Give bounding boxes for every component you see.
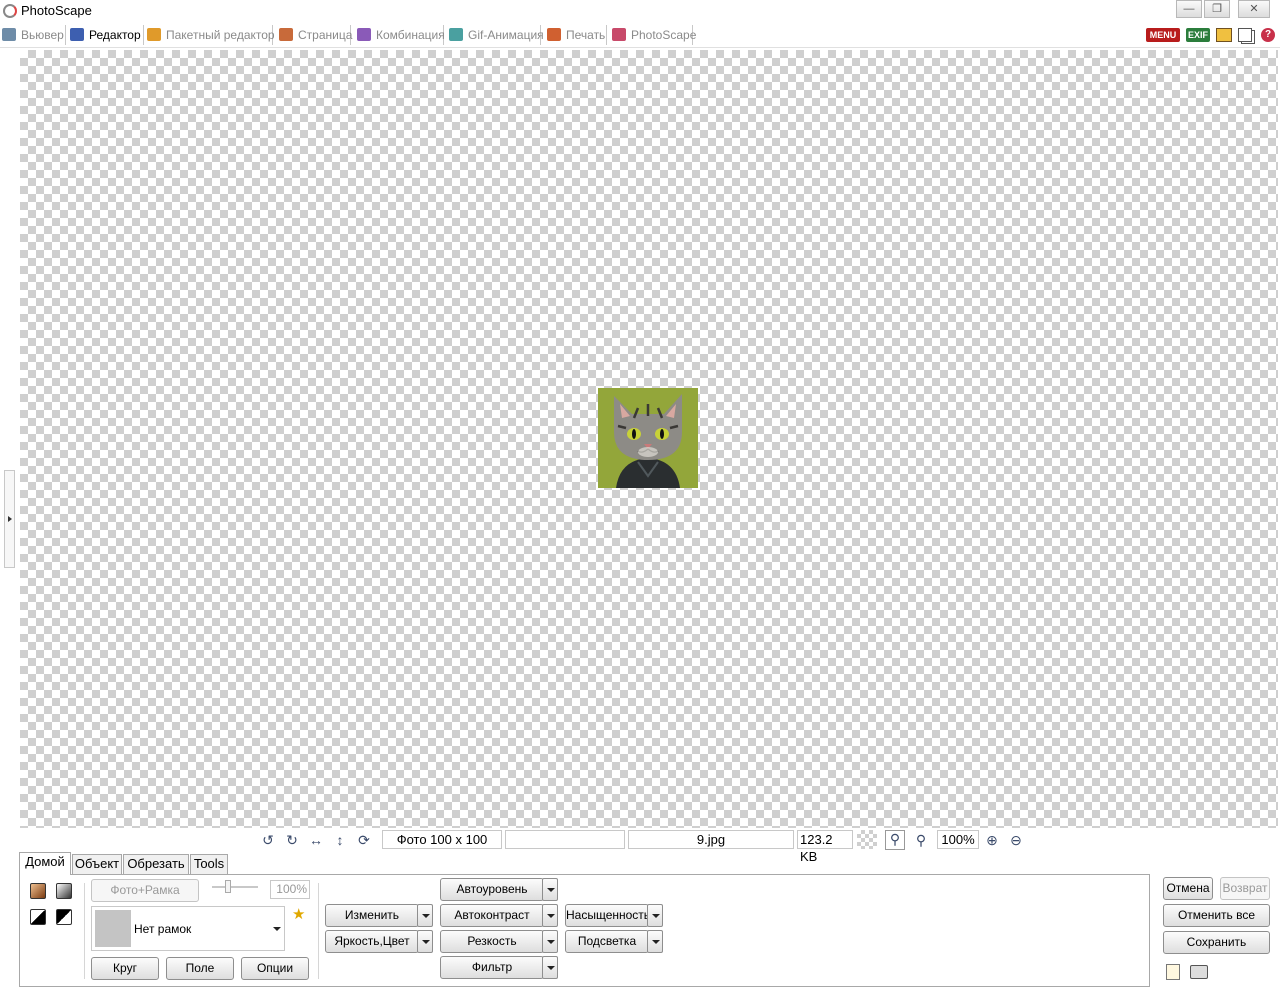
tab-crop[interactable]: Обрезать <box>123 854 189 874</box>
new-file-icon[interactable] <box>1166 964 1180 980</box>
tab-editor[interactable]: Редактор <box>70 25 144 45</box>
folder-icon[interactable] <box>1216 28 1232 42</box>
redo-button[interactable]: Возврат <box>1220 877 1270 900</box>
opacity-value[interactable]: 100% <box>270 880 310 899</box>
combine-icon <box>357 28 371 41</box>
saturation-button[interactable]: Насыщенность <box>565 904 649 927</box>
close-icon[interactable]: ✕ <box>1238 0 1270 18</box>
chevron-down-icon <box>273 927 281 931</box>
star-icon[interactable]: ★ <box>292 905 305 923</box>
tab-page[interactable]: Страница <box>279 25 352 45</box>
divider <box>318 883 319 979</box>
tab-home[interactable]: Домой <box>19 852 71 875</box>
frame-preview <box>95 910 131 947</box>
invert-icon[interactable] <box>56 909 72 925</box>
opacity-slider-handle[interactable] <box>225 880 231 893</box>
frame-select-value: Нет рамок <box>134 922 192 936</box>
sharpen-dropdown[interactable] <box>542 930 558 953</box>
filter-button[interactable]: Фильтр <box>440 956 544 979</box>
tab-print[interactable]: Печать <box>547 25 607 45</box>
filter-dropdown[interactable] <box>542 956 558 979</box>
divider <box>84 883 85 979</box>
gif-icon <box>449 28 463 41</box>
flip-vertical-icon[interactable]: ↕ <box>332 832 348 848</box>
undo-all-button[interactable]: Отменить все <box>1163 904 1270 927</box>
flip-horizontal-icon[interactable]: ↔ <box>308 832 324 848</box>
sharpen-button[interactable]: Резкость <box>440 930 544 953</box>
rotate-right-icon[interactable]: ↻ <box>284 832 300 848</box>
print-icon[interactable] <box>1190 965 1208 979</box>
options-button[interactable]: Опции <box>241 957 309 980</box>
chevron-right-icon <box>8 516 12 522</box>
gradient-brown-icon[interactable] <box>30 883 46 899</box>
margin-button[interactable]: Поле <box>166 957 234 980</box>
home-panel: Фото+Рамка 100% Нет рамок ★ Круг Поле Оп… <box>19 874 1150 987</box>
editor-icon <box>70 28 84 41</box>
main-tab-bar: Вьювер Редактор Пакетный редактор Страни… <box>0 22 1280 48</box>
backlight-dropdown[interactable] <box>647 930 663 953</box>
resize-button[interactable]: Изменить <box>325 904 419 927</box>
zoom-fit-icon[interactable]: ⚲ <box>885 830 905 850</box>
refresh-icon[interactable]: ⟳ <box>356 832 372 848</box>
page-icon <box>279 28 293 41</box>
zoom-out-icon[interactable]: ⊖ <box>1008 832 1024 848</box>
saturation-dropdown[interactable] <box>647 904 663 927</box>
rotate-left-icon[interactable]: ↺ <box>260 832 276 848</box>
backlight-button[interactable]: Подсветка <box>565 930 649 953</box>
window-title: PhotoScape <box>21 3 92 18</box>
photo-frame-button[interactable]: Фото+Рамка <box>91 879 199 902</box>
minimize-icon[interactable]: — <box>1176 0 1202 18</box>
brightness-color-button[interactable]: Яркость,Цвет <box>325 930 419 953</box>
zoom-actual-icon[interactable]: ⚲ <box>913 832 929 848</box>
tab-tools[interactable]: Tools <box>190 854 228 874</box>
zoom-in-icon[interactable]: ⊕ <box>984 832 1000 848</box>
tab-object[interactable]: Объект <box>72 854 122 874</box>
autocontrast-dropdown[interactable] <box>542 904 558 927</box>
status-empty-field <box>505 830 625 849</box>
batch-editor-icon <box>147 28 161 41</box>
frame-select[interactable]: Нет рамок <box>91 906 285 951</box>
autocontrast-button[interactable]: Автоконтраст <box>440 904 544 927</box>
save-button[interactable]: Сохранить <box>1163 931 1270 954</box>
round-button[interactable]: Круг <box>91 957 159 980</box>
title-bar: PhotoScape — ❐ ✕ <box>0 0 1280 22</box>
exif-button[interactable]: EXIF <box>1186 28 1210 42</box>
gradient-gray-icon[interactable] <box>56 883 72 899</box>
tab-gif[interactable]: Gif-Анимация <box>449 25 544 45</box>
help-icon[interactable]: ? <box>1261 28 1275 42</box>
tab-combine[interactable]: Комбинация <box>357 25 445 45</box>
photoscape-logo-icon <box>3 4 17 18</box>
filesize-label: 123.2 KB <box>797 830 853 864</box>
zoom-level: 100% <box>937 830 979 849</box>
viewer-icon <box>2 28 16 41</box>
photo-image[interactable] <box>598 388 698 488</box>
menu-button[interactable]: MENU <box>1146 28 1180 42</box>
tab-viewer[interactable]: Вьювер <box>2 25 66 45</box>
copy-icon[interactable] <box>1238 28 1252 42</box>
brightness-dropdown[interactable] <box>417 930 433 953</box>
tab-photoscape[interactable]: PhotoScape <box>612 25 696 45</box>
resize-dropdown[interactable] <box>417 904 433 927</box>
editor-canvas[interactable] <box>20 50 1278 828</box>
undo-button[interactable]: Отмена <box>1163 877 1213 900</box>
autolevel-dropdown[interactable] <box>542 878 558 901</box>
print-icon <box>547 28 561 41</box>
sidebar-toggle[interactable] <box>4 470 15 568</box>
photoscape-icon <box>612 28 626 41</box>
filename-label: 9.jpg <box>628 830 794 849</box>
autolevel-button[interactable]: Автоуровень <box>440 878 544 901</box>
contrast-icon[interactable] <box>30 909 46 925</box>
tab-batch-editor[interactable]: Пакетный редактор <box>147 25 275 45</box>
opacity-slider-track[interactable] <box>212 886 258 888</box>
photo-size-label: Фото 100 x 100 <box>382 830 502 849</box>
status-bar: ↺ ↻ ↔ ↕ ⟳ Фото 100 x 100 9.jpg 123.2 KB … <box>0 828 1280 864</box>
background-toggle-icon[interactable] <box>857 830 877 849</box>
maximize-icon[interactable]: ❐ <box>1204 0 1230 18</box>
